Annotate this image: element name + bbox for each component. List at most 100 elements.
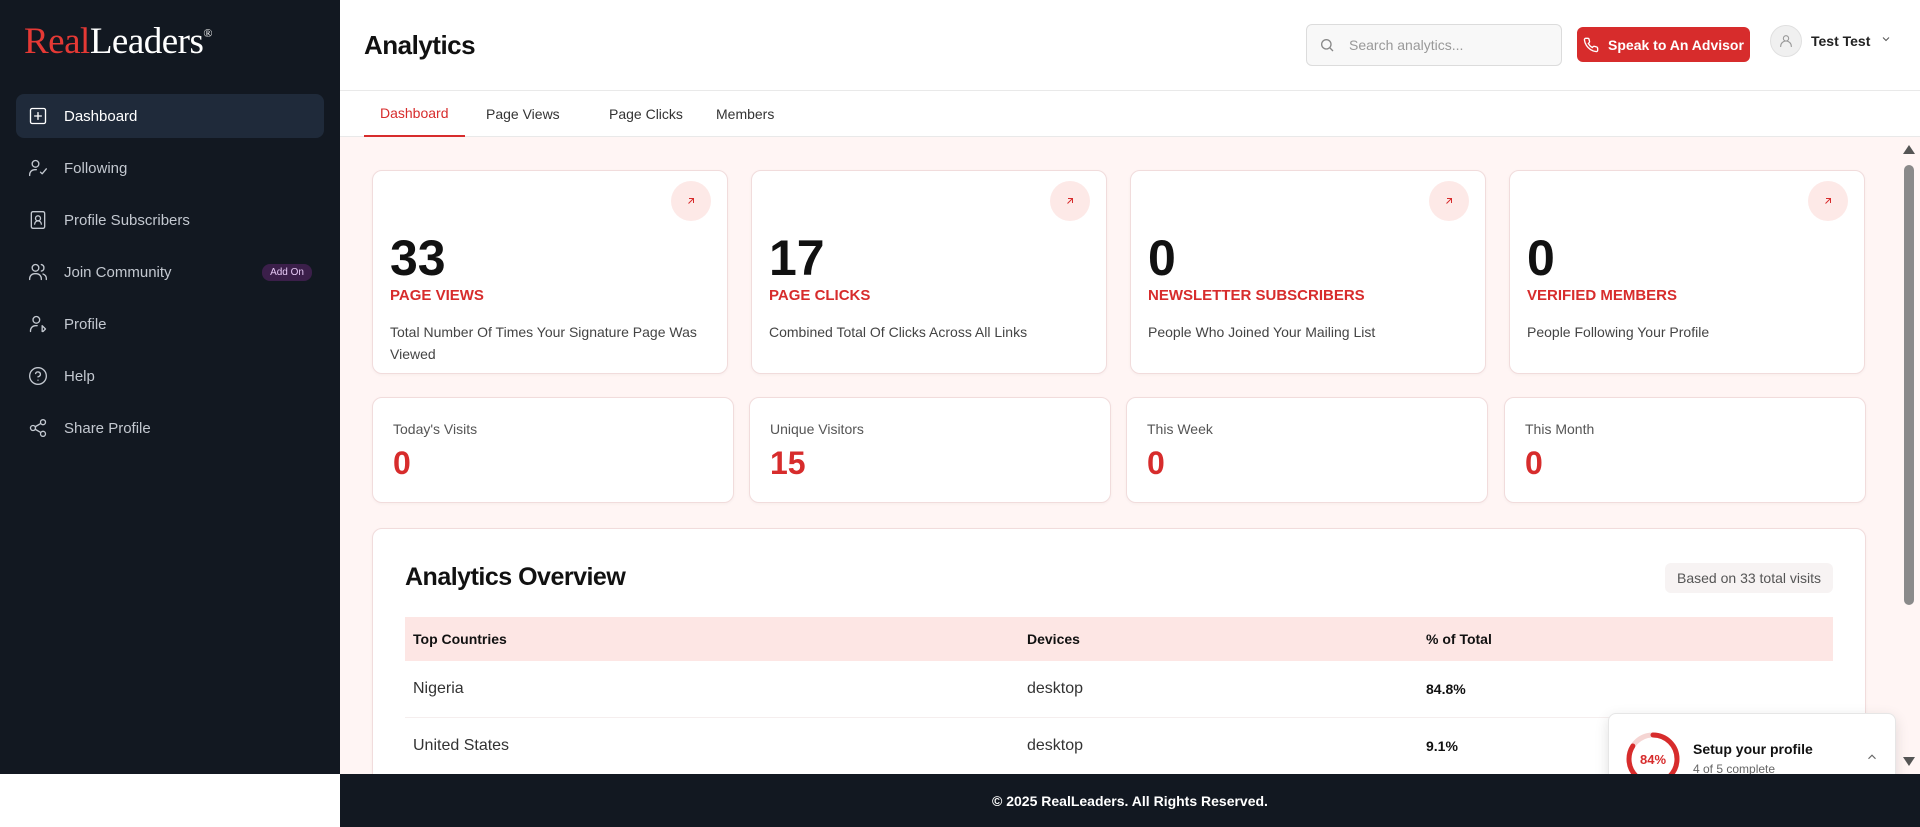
mini-stat-this-week: This Week 0: [1126, 397, 1488, 503]
sidebar-nav: Dashboard Following Profile Subscribers …: [16, 94, 324, 458]
sidebar-item-profile[interactable]: Profile: [16, 302, 324, 346]
user-check-icon: [28, 158, 48, 178]
mini-stat-value: 0: [393, 445, 411, 481]
mini-stat-this-month: This Month 0: [1504, 397, 1866, 503]
column-header-devices: Devices: [1027, 631, 1080, 647]
stat-label: VERIFIED MEMBERS: [1527, 287, 1678, 304]
share-icon: [28, 418, 48, 438]
sidebar-item-label: Following: [64, 159, 128, 177]
sidebar-item-label: Help: [64, 367, 95, 385]
mini-stat-todays-visits: Today's Visits 0: [372, 397, 734, 503]
stat-label: PAGE CLICKS: [769, 287, 871, 304]
setup-title: Setup your profile: [1693, 741, 1813, 757]
cell-device: desktop: [1027, 680, 1084, 697]
stat-label: NEWSLETTER SUBSCRIBERS: [1148, 287, 1365, 304]
user-menu[interactable]: Test Test: [1770, 24, 1892, 58]
stat-value: 17: [769, 230, 825, 286]
mini-stat-value: 15: [770, 445, 806, 481]
phone-icon: [1583, 37, 1599, 52]
open-page-views-button[interactable]: [671, 181, 711, 221]
sidebar-item-label: Dashboard: [64, 107, 138, 125]
open-verified-members-button[interactable]: [1808, 181, 1848, 221]
cell-percent: 9.1%: [1426, 738, 1458, 754]
mini-stat-label: Unique Visitors: [770, 421, 864, 437]
arrow-up-right-icon: [1825, 198, 1831, 204]
footer: © 2025 RealLeaders. All Rights Reserved.: [340, 774, 1920, 827]
mini-stat-unique-visitors: Unique Visitors 15: [749, 397, 1111, 503]
logo-leaders-text: Leaders: [89, 21, 204, 62]
tab-members[interactable]: Members: [700, 91, 790, 137]
stat-value: 33: [390, 230, 446, 286]
stat-card-page-views: 33 PAGE VIEWS Total Number Of Times Your…: [372, 170, 728, 374]
collapse-setup-button[interactable]: [1865, 750, 1879, 769]
stat-description: Combined Total Of Clicks Across All Link…: [769, 324, 1028, 340]
stat-label: PAGE VIEWS: [390, 287, 484, 304]
brand-logo[interactable]: RealLeaders®: [24, 20, 213, 63]
contact-book-icon: [28, 210, 48, 230]
sidebar-item-label: Join Community: [64, 263, 172, 281]
copyright-text: © 2025 RealLeaders. All Rights Reserved.: [992, 792, 1268, 809]
stat-card-verified-members: 0 VERIFIED MEMBERS People Following Your…: [1509, 170, 1865, 374]
sidebar: RealLeaders® Dashboard Following Profile…: [0, 0, 340, 774]
user-edit-icon: [28, 314, 48, 334]
users-icon: [28, 262, 48, 282]
table-header: Top Countries Devices % of Total: [405, 617, 1833, 661]
sidebar-item-label: Profile Subscribers: [64, 211, 190, 229]
mini-stat-value: 0: [1525, 445, 1543, 481]
search-box[interactable]: [1306, 24, 1562, 66]
sidebar-item-help[interactable]: Help: [16, 354, 324, 398]
table-row: Nigeria desktop 84.8%: [405, 661, 1833, 718]
search-input[interactable]: [1349, 37, 1539, 53]
arrow-up-right-icon: [688, 198, 694, 204]
stat-card-newsletter-subscribers: 0 NEWSLETTER SUBSCRIBERS People Who Join…: [1130, 170, 1486, 374]
arrow-up-right-icon: [1446, 198, 1452, 204]
scroll-up-arrow[interactable]: [1903, 145, 1915, 154]
chevron-down-icon: [1880, 32, 1892, 50]
stat-description: People Following Your Profile: [1527, 324, 1710, 340]
sidebar-item-profile-subscribers[interactable]: Profile Subscribers: [16, 198, 324, 242]
main-content: 33 PAGE VIEWS Total Number Of Times Your…: [340, 137, 1920, 774]
tab-bar: Dashboard Page Views Page Clicks Members: [340, 91, 1920, 137]
mini-stat-value: 0: [1147, 445, 1165, 481]
sidebar-item-dashboard[interactable]: Dashboard: [16, 94, 324, 138]
help-circle-icon: [28, 366, 48, 386]
logo-real-text: Real: [24, 21, 90, 62]
tab-page-views[interactable]: Page Views: [470, 91, 576, 137]
overview-total-badge: Based on 33 total visits: [1665, 563, 1833, 593]
stat-description: People Who Joined Your Mailing List: [1148, 324, 1376, 340]
sidebar-item-label: Share Profile: [64, 419, 151, 437]
column-header-top-countries: Top Countries: [413, 631, 507, 647]
arrow-up-right-icon: [1067, 198, 1073, 204]
stat-value: 0: [1148, 230, 1176, 286]
user-icon: [1780, 35, 1792, 47]
sidebar-item-join-community[interactable]: Join Community Add On: [16, 250, 324, 294]
column-header-percent-total: % of Total: [1426, 631, 1492, 647]
advisor-button-label: Speak to An Advisor: [1608, 36, 1744, 53]
tab-page-clicks[interactable]: Page Clicks: [593, 91, 699, 137]
user-name: Test Test: [1811, 33, 1871, 49]
sidebar-item-share-profile[interactable]: Share Profile: [16, 406, 324, 450]
mini-stat-label: This Week: [1147, 421, 1213, 437]
cell-percent: 84.8%: [1426, 681, 1466, 697]
mini-stat-label: Today's Visits: [393, 421, 478, 437]
search-icon: [1321, 39, 1334, 52]
chevron-up-icon: [1868, 754, 1876, 760]
main-scrollbar[interactable]: [1898, 137, 1920, 774]
cell-country: Nigeria: [413, 680, 464, 697]
stat-description: Total Number Of Times Your Signature Pag…: [390, 324, 697, 362]
add-on-badge: Add On: [262, 264, 312, 281]
avatar: [1770, 25, 1802, 57]
sidebar-item-label: Profile: [64, 315, 107, 333]
page-title: Analytics: [364, 30, 476, 60]
speak-to-advisor-button[interactable]: Speak to An Advisor: [1577, 27, 1750, 62]
tab-dashboard[interactable]: Dashboard: [364, 91, 465, 137]
open-newsletter-subscribers-button[interactable]: [1429, 181, 1469, 221]
stat-value: 0: [1527, 230, 1555, 286]
logo-registered-mark: ®: [203, 26, 213, 40]
scroll-down-arrow[interactable]: [1903, 757, 1915, 766]
sidebar-item-following[interactable]: Following: [16, 146, 324, 190]
plus-square-icon: [28, 106, 48, 126]
open-page-clicks-button[interactable]: [1050, 181, 1090, 221]
scroll-thumb[interactable]: [1904, 165, 1914, 605]
cell-country: United States: [413, 737, 510, 754]
